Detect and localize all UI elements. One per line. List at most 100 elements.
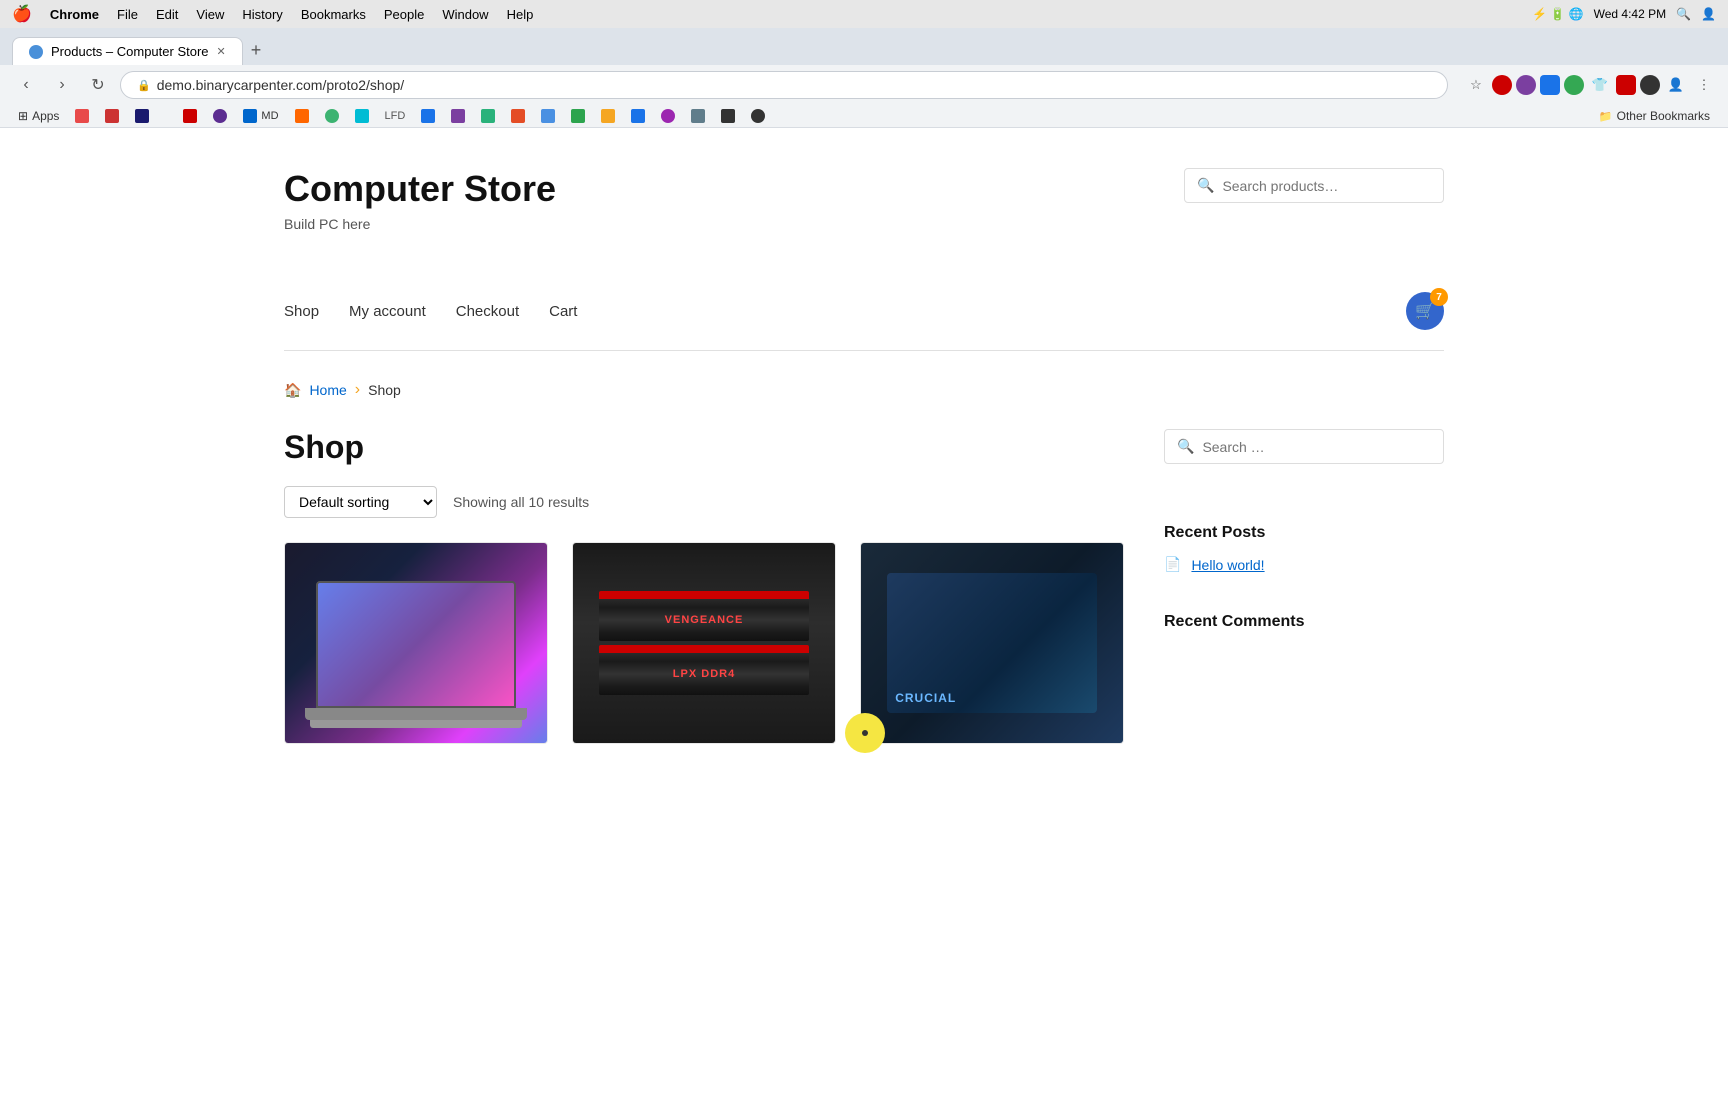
tab-close-button[interactable]: ✕ <box>217 45 226 58</box>
shop-controls: Default sorting Showing all 10 results <box>284 486 1124 518</box>
recent-comments-title: Recent Comments <box>1164 613 1444 631</box>
menubar-status-icons: ⚡ 🔋 🌐 <box>1532 7 1584 21</box>
sidebar-search-box[interactable]: 🔍 <box>1164 429 1444 464</box>
product-card-ram[interactable]: VENGEANCE LPX DDR4 <box>572 542 836 744</box>
ram-stick-1: VENGEANCE <box>599 591 809 641</box>
breadcrumb-home-link[interactable]: Home <box>309 382 346 398</box>
bookmark-13[interactable] <box>445 107 471 125</box>
laptop-base <box>305 708 528 720</box>
extension-icon-6[interactable] <box>1640 75 1660 95</box>
bookmark-apps[interactable]: ⊞ Apps <box>12 107 65 125</box>
new-tab-button[interactable]: + <box>243 36 270 65</box>
menubar-file[interactable]: File <box>117 7 138 22</box>
product-grid: VENGEANCE LPX DDR4 CRUCIAL <box>284 542 1124 744</box>
laptop-visual <box>305 558 528 728</box>
header-search-input[interactable] <box>1222 178 1431 194</box>
bookmark-5[interactable] <box>159 107 203 125</box>
other-bookmarks[interactable]: 📁 Other Bookmarks <box>1593 107 1716 125</box>
lock-icon: 🔒 <box>137 79 151 92</box>
nav-shop[interactable]: Shop <box>284 303 319 320</box>
menubar-window[interactable]: Window <box>442 7 488 22</box>
bookmark-2[interactable] <box>69 107 95 125</box>
site-tagline: Build PC here <box>284 216 556 232</box>
apple-menu[interactable]: 🍎 <box>12 4 32 24</box>
bookmark-6[interactable] <box>207 107 233 125</box>
active-tab[interactable]: Products – Computer Store ✕ <box>12 37 243 65</box>
bookmark-12[interactable] <box>415 107 441 125</box>
cart-badge: 7 <box>1430 288 1448 306</box>
bookmark-4[interactable] <box>129 107 155 125</box>
reload-button[interactable]: ↻ <box>84 71 112 99</box>
bookmark-star-icon[interactable]: ☆ <box>1464 73 1488 97</box>
extension-icon-5[interactable] <box>1616 75 1636 95</box>
url-text: demo.binarycarpenter.com/proto2/shop/ <box>157 77 404 93</box>
site-title: Computer Store <box>284 168 556 210</box>
cart-icon-container[interactable]: 🛒 7 <box>1406 292 1444 330</box>
forward-button[interactable]: › <box>48 71 76 99</box>
header-search-icon: 🔍 <box>1197 177 1214 194</box>
bookmark-20[interactable] <box>655 107 681 125</box>
extension-icon-shirt[interactable]: 👕 <box>1588 73 1612 97</box>
product-card-ssd[interactable]: CRUCIAL <box>860 542 1124 744</box>
breadcrumb-current: Shop <box>368 382 401 398</box>
nav-checkout[interactable]: Checkout <box>456 303 519 320</box>
bookmark-lfd[interactable]: LFD <box>379 108 412 124</box>
bookmark-19[interactable] <box>625 107 651 125</box>
menubar-chrome[interactable]: Chrome <box>50 7 99 22</box>
menubar-help[interactable]: Help <box>507 7 534 22</box>
header-search-box[interactable]: 🔍 <box>1184 168 1444 203</box>
site-container: Computer Store Build PC here 🔍 Shop My a… <box>264 128 1464 784</box>
extension-icon-3[interactable] <box>1540 75 1560 95</box>
bookmark-8[interactable] <box>289 107 315 125</box>
ssd-visual: CRUCIAL <box>887 573 1097 713</box>
extension-icon-4[interactable] <box>1564 75 1584 95</box>
menubar-bookmarks[interactable]: Bookmarks <box>301 7 366 22</box>
bookmark-14[interactable] <box>475 107 501 125</box>
extension-icon-2[interactable] <box>1516 75 1536 95</box>
menubar-edit[interactable]: Edit <box>156 7 178 22</box>
browser-toolbar: ‹ › ↻ 🔒 demo.binarycarpenter.com/proto2/… <box>0 65 1728 105</box>
menubar-view[interactable]: View <box>196 7 224 22</box>
menubar-search-icon[interactable]: 🔍 <box>1676 7 1691 21</box>
ssd-label: CRUCIAL <box>895 691 956 705</box>
breadcrumb-separator: › <box>355 381 360 399</box>
product-image-laptop <box>285 543 547 743</box>
bookmark-md[interactable]: MD <box>237 107 284 125</box>
toolbar-icons: ☆ 👕 👤 ⋮ <box>1464 73 1716 97</box>
bookmark-3[interactable] <box>99 107 125 125</box>
bookmark-18[interactable] <box>595 107 621 125</box>
address-bar[interactable]: 🔒 demo.binarycarpenter.com/proto2/shop/ <box>120 71 1448 99</box>
nav-my-account[interactable]: My account <box>349 303 426 320</box>
nav-cart[interactable]: Cart <box>549 303 577 320</box>
bookmark-17[interactable] <box>565 107 591 125</box>
post-icon: 📄 <box>1164 556 1181 573</box>
bookmark-github[interactable] <box>745 107 771 125</box>
breadcrumb: 🏠 Home › Shop <box>284 381 1444 399</box>
laptop-keyboard <box>310 720 522 728</box>
post-link-hello-world[interactable]: Hello world! <box>1191 557 1264 573</box>
bookmark-21[interactable] <box>685 107 711 125</box>
back-button[interactable]: ‹ <box>12 71 40 99</box>
shop-title: Shop <box>284 429 1124 466</box>
menubar-people[interactable]: People <box>384 7 424 22</box>
site-layout: Shop Default sorting Showing all 10 resu… <box>284 429 1444 744</box>
menubar-history[interactable]: History <box>242 7 282 22</box>
bookmark-22[interactable] <box>715 107 741 125</box>
tab-title: Products – Computer Store <box>51 44 209 59</box>
profile-icon[interactable]: 👤 <box>1664 73 1688 97</box>
bookmark-10[interactable] <box>349 107 375 125</box>
menubar-control-center[interactable]: 👤 <box>1701 7 1716 21</box>
product-card-laptop[interactable] <box>284 542 548 744</box>
extension-icon-1[interactable] <box>1492 75 1512 95</box>
laptop-screen <box>316 581 516 709</box>
bookmark-16[interactable] <box>535 107 561 125</box>
bookmark-15[interactable] <box>505 107 531 125</box>
tab-favicon <box>29 45 43 59</box>
bookmark-9[interactable] <box>319 107 345 125</box>
post-item-hello-world[interactable]: 📄 Hello world! <box>1164 556 1444 573</box>
menu-dots-icon[interactable]: ⋮ <box>1692 73 1716 97</box>
header-search-area: 🔍 <box>1184 168 1444 233</box>
sidebar-search-input[interactable] <box>1202 439 1431 455</box>
ram-label-2: LPX DDR4 <box>673 668 735 680</box>
sort-select[interactable]: Default sorting <box>284 486 437 518</box>
